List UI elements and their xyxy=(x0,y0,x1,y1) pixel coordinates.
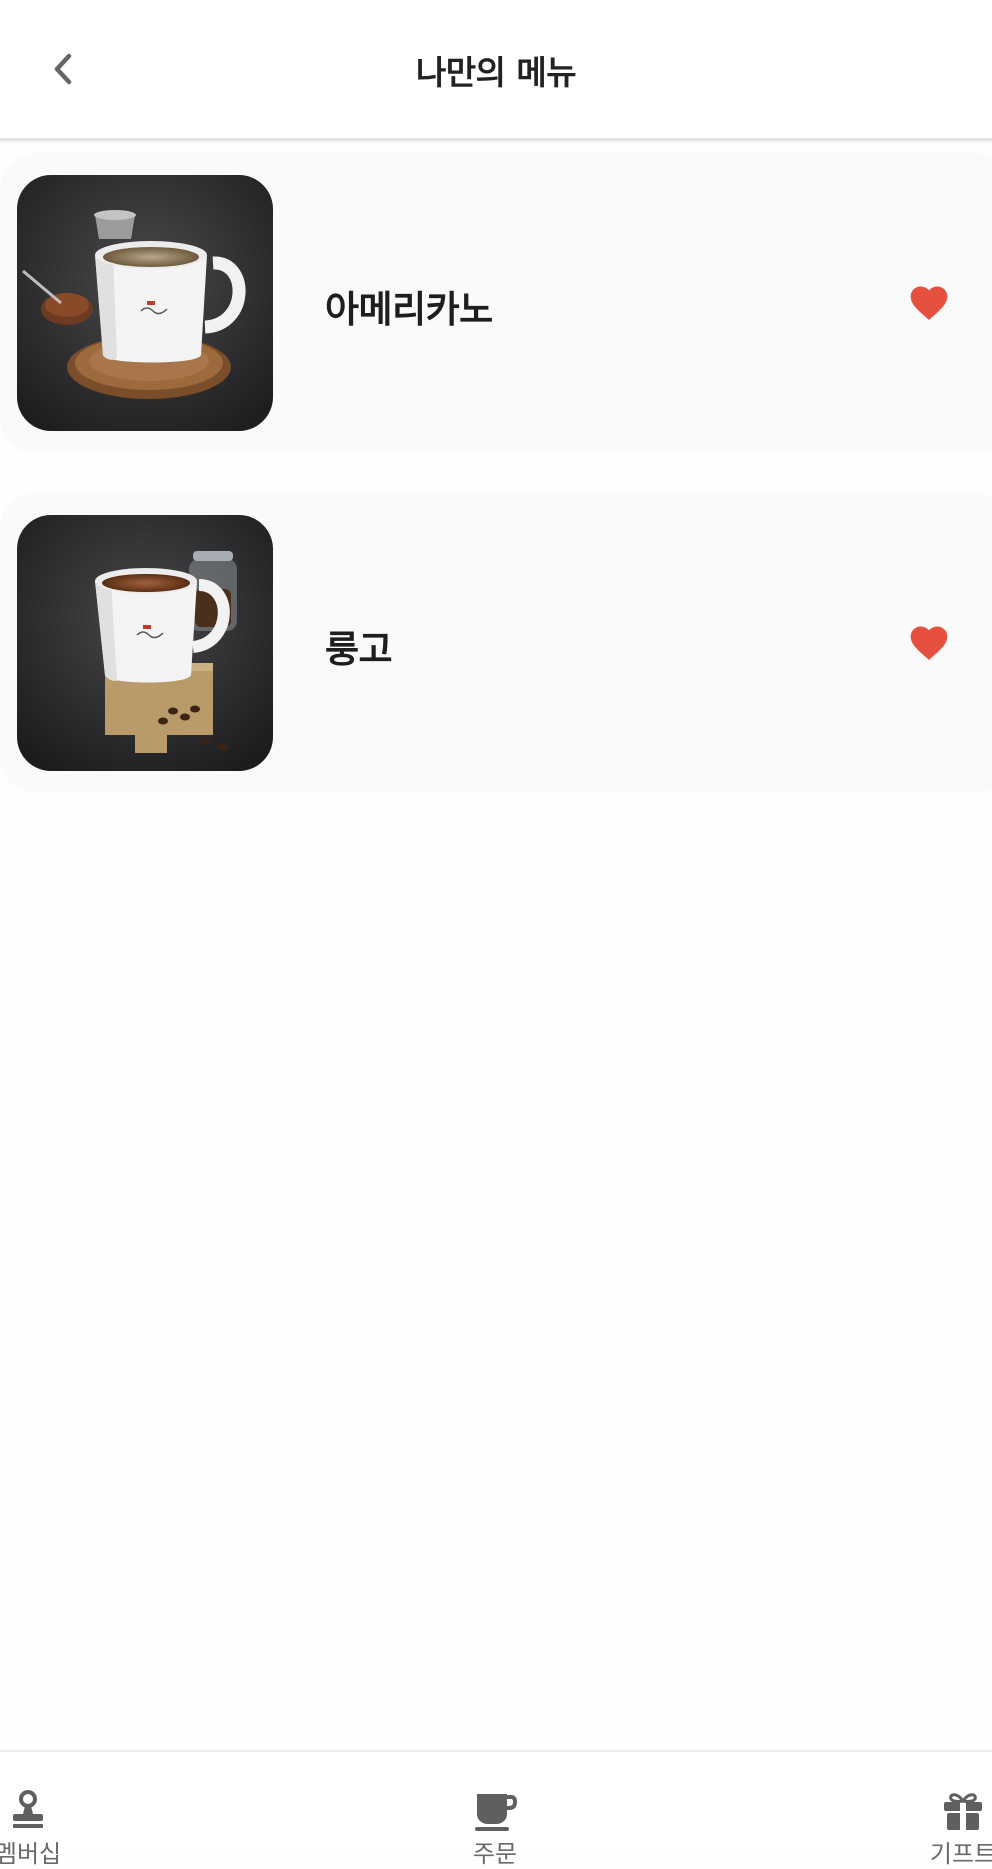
tab-membership[interactable]: 멤버십 xyxy=(0,1752,108,1868)
app-header: 나만의 메뉴 xyxy=(0,0,992,141)
menu-card-lungo[interactable]: 룽고 xyxy=(0,493,992,793)
americano-image xyxy=(17,175,273,431)
heart-icon xyxy=(910,626,948,661)
heart-icon xyxy=(910,286,948,321)
menu-card-americano[interactable]: 아메리카노 xyxy=(0,153,992,453)
lungo-image xyxy=(17,515,273,771)
tab-label: 멤버십 xyxy=(0,1840,62,1868)
page-title: 나만의 메뉴 xyxy=(415,53,577,92)
tab-label: 기프트 xyxy=(929,1840,992,1868)
bottom-tab-bar: 멤버십 주문 기프트 xyxy=(0,1750,992,1868)
stamp-icon xyxy=(13,1790,43,1828)
favorite-button[interactable] xyxy=(907,621,951,665)
menu-name: 아메리카노 xyxy=(325,288,493,331)
favorite-button[interactable] xyxy=(907,281,951,325)
menu-name: 룽고 xyxy=(325,628,393,671)
tab-label: 주문 xyxy=(472,1840,518,1868)
tab-order[interactable]: 주문 xyxy=(415,1752,575,1868)
tab-gift[interactable]: 기프트 xyxy=(883,1752,992,1868)
gift-icon xyxy=(944,1793,982,1830)
coffee-cup-icon xyxy=(475,1794,517,1831)
